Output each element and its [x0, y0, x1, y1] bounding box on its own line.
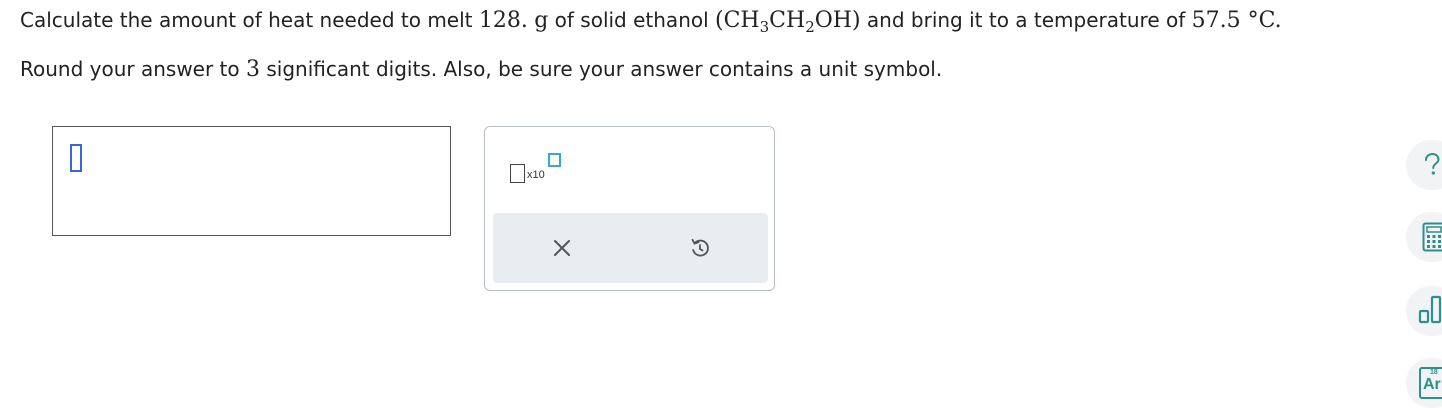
- close-x-icon: [553, 239, 571, 257]
- data-button[interactable]: [1406, 286, 1442, 336]
- question-line-2: Round your answer to 3 significant digit…: [20, 52, 1435, 87]
- target-temperature: 57.5 °C.: [1192, 8, 1282, 33]
- x10-label: x10: [527, 169, 545, 181]
- side-toolbar: 18 Ar: [1406, 0, 1442, 400]
- question-text: Calculate the amount of heat needed to m…: [20, 3, 1435, 87]
- mantissa-box-icon: [510, 164, 525, 183]
- mass-value: 128.: [479, 8, 528, 33]
- answer-input[interactable]: [52, 126, 451, 236]
- palette-action-bar: [493, 213, 768, 283]
- undo-icon: [689, 237, 711, 259]
- scientific-notation-button[interactable]: x10: [507, 152, 567, 192]
- question-mark-icon: [1421, 152, 1442, 178]
- calculator-icon: [1422, 222, 1442, 252]
- answer-cursor-placeholder: [70, 144, 82, 172]
- question-text-segment: of solid ethanol: [548, 8, 715, 32]
- mass-unit: g: [534, 8, 548, 33]
- exponent-box-icon: [548, 153, 561, 167]
- question-text-segment: Round your answer to: [20, 57, 246, 81]
- question-text-segment: and bring it to a temperature of: [861, 8, 1192, 32]
- help-button[interactable]: [1406, 140, 1442, 190]
- periodic-table-button[interactable]: 18 Ar: [1406, 358, 1442, 408]
- significant-digits-count: 3: [246, 57, 260, 82]
- ethanol-formula: (CH3CH2OH): [715, 8, 861, 33]
- question-line-1: Calculate the amount of heat needed to m…: [20, 3, 1435, 38]
- periodic-table-symbol: Ar: [1423, 376, 1441, 394]
- math-palette: x10: [484, 126, 775, 291]
- undo-button[interactable]: [631, 213, 768, 283]
- clear-button[interactable]: [493, 213, 630, 283]
- question-text-segment: Calculate the amount of heat needed to m…: [20, 8, 479, 32]
- periodic-table-number: 18: [1430, 369, 1438, 376]
- question-text-segment: significant digits. Also, be sure your a…: [260, 57, 942, 81]
- calculator-button[interactable]: [1406, 212, 1442, 262]
- bar-chart-icon: [1418, 294, 1442, 324]
